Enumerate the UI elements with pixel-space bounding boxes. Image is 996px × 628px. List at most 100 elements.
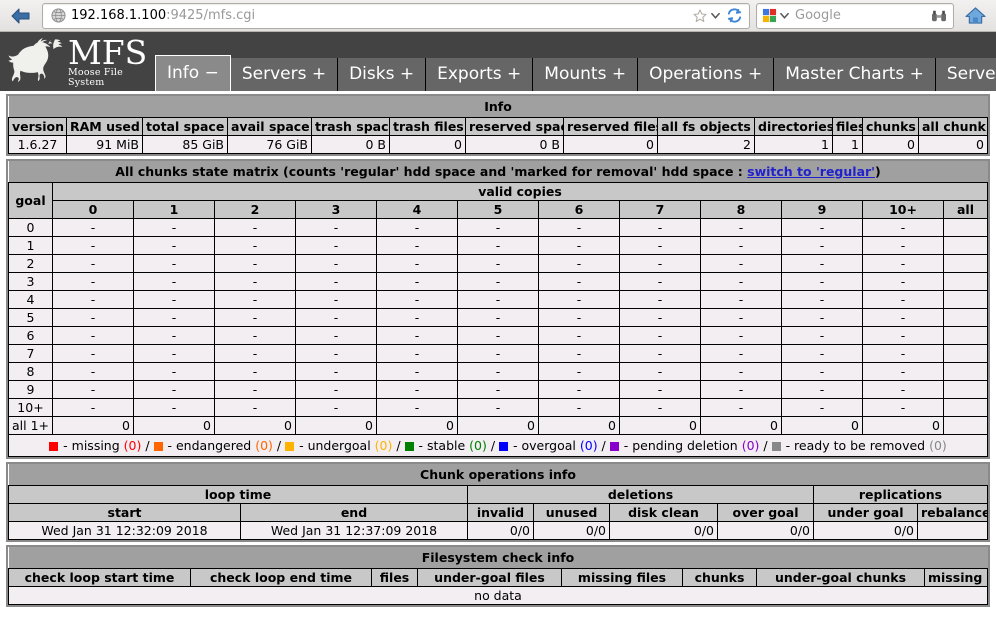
matrix-cell: 0 xyxy=(295,416,377,435)
matrix-cell: - xyxy=(781,344,863,363)
url-bar[interactable]: 192.168.1.100:9425/mfs.cgi xyxy=(42,2,750,29)
matrix-cell xyxy=(943,380,988,399)
matrix-cell: - xyxy=(700,236,782,255)
matrix-cell: - xyxy=(52,272,134,291)
matrix-row: 10+ - - - - - - - - - - - xyxy=(8,398,988,417)
info-col-all-fs-objects: all fs objects xyxy=(657,117,755,136)
tab-operations[interactable]: Operations + xyxy=(638,58,775,91)
matrix-cell: - xyxy=(538,344,620,363)
matrix-col-6: 6 xyxy=(538,200,620,219)
matrix-title: All chunks state matrix (counts 'regular… xyxy=(8,161,988,183)
matrix-column-header-row: 0 1 2 3 4 5 6 7 8 9 10+ all xyxy=(9,200,988,219)
chevron-down-icon[interactable] xyxy=(710,10,721,21)
chunkops-group-row: loop time deletions replications xyxy=(8,485,988,504)
switch-to-regular-link[interactable]: switch to 'regular' xyxy=(747,164,875,179)
matrix-row: 8----------- xyxy=(8,362,988,381)
matrix-row-goal: all 1+ xyxy=(8,416,53,435)
matrix-cell: - xyxy=(52,254,134,273)
matrix-row: 2----------- xyxy=(8,254,988,273)
matrix-cell: - xyxy=(214,362,296,381)
app-logo[interactable]: MFS Moose File System xyxy=(0,32,155,91)
browser-toolbar: 192.168.1.100:9425/mfs.cgi Google xyxy=(0,0,996,32)
binoculars-icon[interactable] xyxy=(931,9,947,23)
info-col-ram-used: RAM used xyxy=(66,117,143,136)
matrix-cell: 0 xyxy=(376,416,458,435)
matrix-cell: 0 xyxy=(214,416,296,435)
tab-disks[interactable]: Disks + xyxy=(338,58,427,91)
matrix-cell: - xyxy=(52,326,134,345)
matrix-title-pre: All chunks state matrix (counts 'regular… xyxy=(115,164,748,179)
matrix-cell: - xyxy=(52,218,134,237)
home-button[interactable] xyxy=(960,3,990,29)
tab-mounts[interactable]: Mounts + xyxy=(533,58,639,91)
tab-info[interactable]: Info − xyxy=(155,55,231,91)
matrix-cell xyxy=(943,326,988,345)
info-col-trash-files: trash files xyxy=(389,117,466,136)
matrix-col-2: 2 xyxy=(214,200,296,219)
matrix-row: 5----------- xyxy=(8,308,988,327)
search-engine-chevron-down-icon[interactable] xyxy=(779,10,790,21)
info-val-total-space: 85 GiB xyxy=(142,135,228,154)
chunkops-val-under-goal: 0/0 xyxy=(813,521,918,540)
matrix-cell: - xyxy=(133,218,215,237)
search-bar[interactable]: Google xyxy=(756,2,954,29)
chunks-matrix-table: All chunks state matrix (counts 'regular… xyxy=(8,161,988,457)
matrix-body: 0-----------1-----------2-----------3---… xyxy=(8,218,988,435)
star-icon[interactable] xyxy=(692,8,708,24)
info-col-reserved-space: reserved space xyxy=(465,117,564,136)
info-title-row: Info xyxy=(8,96,988,118)
matrix-cell: - xyxy=(133,254,215,273)
legend-count: (0) xyxy=(255,438,273,453)
legend-label: - ready to be removed xyxy=(781,438,930,453)
info-val-ram-used: 91 MiB xyxy=(66,135,143,154)
legend-separator: / xyxy=(141,438,154,453)
matrix-cell: - xyxy=(376,326,458,345)
info-val-reserved-files: 0 xyxy=(563,135,658,154)
info-val-chunks: 0 xyxy=(862,135,919,154)
matrix-cell: - xyxy=(133,362,215,381)
matrix-cell: - xyxy=(538,362,620,381)
matrix-cell: - xyxy=(538,398,620,417)
search-input[interactable]: Google xyxy=(795,8,931,23)
fscheck-col-missing-files: missing files xyxy=(561,568,683,587)
matrix-cell: - xyxy=(862,380,944,399)
reload-icon[interactable] xyxy=(726,7,743,24)
matrix-cell: - xyxy=(619,254,701,273)
tab-server-charts[interactable]: Server Charts + xyxy=(935,58,996,91)
back-button[interactable] xyxy=(6,3,36,29)
matrix-cell: - xyxy=(862,254,944,273)
chunkops-header-row: start end invalid unused disk clean over… xyxy=(8,503,988,522)
matrix-cell: - xyxy=(295,362,377,381)
matrix-cell: - xyxy=(295,254,377,273)
main-nav: Info − Servers + Disks + Exports + Mount… xyxy=(155,32,996,91)
matrix-cell: - xyxy=(619,272,701,291)
info-col-total-space: total space xyxy=(142,117,228,136)
tab-exports[interactable]: Exports + xyxy=(426,58,534,91)
chunkops-group-replications: replications xyxy=(813,485,988,504)
matrix-cell: - xyxy=(214,272,296,291)
matrix-cell: 0 xyxy=(619,416,701,435)
matrix-cell: 0 xyxy=(700,416,782,435)
matrix-cell: 0 xyxy=(538,416,620,435)
matrix-col-5: 5 xyxy=(457,200,539,219)
matrix-col-9: 9 xyxy=(781,200,863,219)
fscheck-title: Filesystem check info xyxy=(8,547,988,569)
info-table: Info version RAM used total space avail … xyxy=(8,96,988,154)
chunkops-val-unused: 0/0 xyxy=(533,521,610,540)
matrix-cell: 0 xyxy=(52,416,134,435)
chunkops-data-row: Wed Jan 31 12:32:09 2018 Wed Jan 31 12:3… xyxy=(8,521,988,540)
matrix-cell: 0 xyxy=(862,416,944,435)
matrix-cell: - xyxy=(376,218,458,237)
matrix-cell: - xyxy=(133,344,215,363)
matrix-row: 0----------- xyxy=(8,218,988,237)
chunkops-col-end: end xyxy=(240,503,468,522)
matrix-cell: - xyxy=(376,290,458,309)
filesystem-check-table: Filesystem check info check loop start t… xyxy=(8,547,988,605)
matrix-row-goal: 5 xyxy=(8,308,53,327)
tab-master-charts[interactable]: Master Charts + xyxy=(774,58,936,91)
fscheck-header-row: check loop start time check loop end tim… xyxy=(8,568,988,587)
matrix-cell: - xyxy=(619,380,701,399)
matrix-cell: - xyxy=(862,344,944,363)
tab-servers[interactable]: Servers + xyxy=(230,58,339,91)
matrix-cell: - xyxy=(457,326,539,345)
